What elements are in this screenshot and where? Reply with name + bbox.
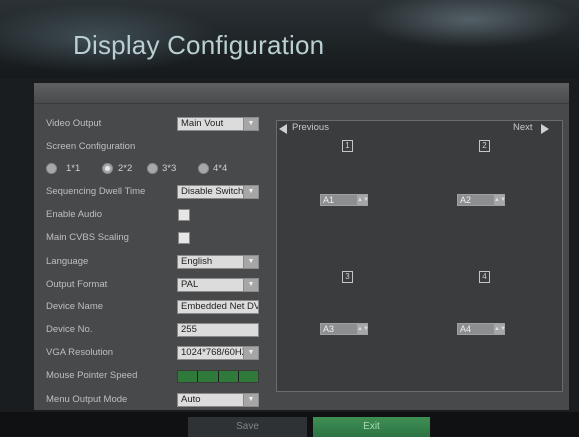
radio-3x3[interactable] xyxy=(147,163,158,174)
sequencing-dwell-time-label: Sequencing Dwell Time xyxy=(46,186,146,197)
menu-output-mode-select[interactable]: Auto ▼ xyxy=(177,393,259,407)
save-button[interactable]: Save xyxy=(188,417,307,437)
chevron-down-icon: ▼ xyxy=(243,347,258,359)
main-cvbs-scaling-checkbox[interactable] xyxy=(178,232,190,244)
window-number-2: 2 xyxy=(479,140,490,152)
channel-select-window-1[interactable]: A1 ▲▼ xyxy=(320,194,369,206)
device-no-input[interactable]: 255 xyxy=(177,323,259,337)
channel-select-window-2-value: A2 xyxy=(460,195,472,205)
speed-segment xyxy=(198,371,218,382)
chevron-updown-icon: ▲▼ xyxy=(494,324,506,334)
chevron-updown-icon: ▲▼ xyxy=(494,195,506,205)
channel-select-window-4-value: A4 xyxy=(460,324,472,334)
next-link[interactable]: Next xyxy=(513,122,533,134)
enable-audio-label: Enable Audio xyxy=(46,209,102,220)
enable-audio-checkbox[interactable] xyxy=(178,209,190,221)
channel-select-window-4[interactable]: A4 ▲▼ xyxy=(457,323,506,335)
chevron-down-icon: ▼ xyxy=(243,279,258,291)
header: Display Configuration xyxy=(0,0,579,78)
page-title: Display Configuration xyxy=(73,30,325,60)
channel-select-window-3-value: A3 xyxy=(323,324,335,334)
chevron-down-icon: ▼ xyxy=(243,118,258,130)
speed-segment xyxy=(218,371,238,382)
radio-3x3-label: 3*3 xyxy=(162,163,177,174)
mouse-pointer-speed-label: Mouse Pointer Speed xyxy=(46,370,138,381)
panel-header-bar xyxy=(34,83,569,104)
sequencing-dwell-time-select[interactable]: Disable Switch ▼ xyxy=(177,185,259,199)
radio-1x1-label: 1*1 xyxy=(66,163,81,174)
window-number-4: 4 xyxy=(479,271,490,283)
chevron-down-icon: ▼ xyxy=(243,394,258,406)
channel-select-window-3[interactable]: A3 ▲▼ xyxy=(320,323,369,335)
vga-resolution-value: 1024*768/60HZ xyxy=(181,347,244,358)
vga-resolution-select[interactable]: 1024*768/60HZ ▼ xyxy=(177,346,259,360)
language-select[interactable]: English ▼ xyxy=(177,255,259,269)
chevron-updown-icon: ▲▼ xyxy=(357,195,369,205)
menu-output-mode-value: Auto xyxy=(181,394,201,405)
chevron-down-icon: ▼ xyxy=(243,186,258,198)
device-no-label: Device No. xyxy=(46,324,93,335)
radio-1x1[interactable] xyxy=(46,163,57,174)
output-format-value: PAL xyxy=(181,279,199,290)
radio-4x4-label: 4*4 xyxy=(213,163,228,174)
video-output-select[interactable]: Main Vout ▼ xyxy=(177,117,259,131)
speed-segment xyxy=(178,371,198,382)
window-number-1: 1 xyxy=(342,140,353,152)
chevron-updown-icon: ▲▼ xyxy=(357,324,369,334)
video-output-label: Video Output xyxy=(46,118,102,129)
radio-2x2[interactable] xyxy=(102,163,113,174)
radio-4x4[interactable] xyxy=(198,163,209,174)
channel-select-window-1-value: A1 xyxy=(323,195,335,205)
output-format-select[interactable]: PAL ▼ xyxy=(177,278,259,292)
vga-resolution-label: VGA Resolution xyxy=(46,347,114,358)
video-output-value: Main Vout xyxy=(181,118,224,129)
screen-layout-preview xyxy=(276,120,563,392)
sequencing-dwell-time-value: Disable Switch xyxy=(181,186,244,197)
device-name-input[interactable]: Embedded Net DVR xyxy=(177,300,259,314)
next-arrow-icon[interactable] xyxy=(541,124,549,134)
dialog-window: Display Configuration Video Output Main … xyxy=(0,0,579,437)
window-number-3: 3 xyxy=(342,271,353,283)
radio-2x2-label: 2*2 xyxy=(118,163,133,174)
speed-segment xyxy=(238,371,258,382)
previous-link[interactable]: Previous xyxy=(292,122,329,134)
output-format-label: Output Format xyxy=(46,279,108,290)
previous-arrow-icon[interactable] xyxy=(279,124,287,134)
chevron-down-icon: ▼ xyxy=(243,256,258,268)
menu-output-mode-label: Menu Output Mode xyxy=(46,394,128,405)
language-value: English xyxy=(181,256,213,267)
exit-button[interactable]: Exit xyxy=(313,417,430,437)
main-cvbs-scaling-label: Main CVBS Scaling xyxy=(46,232,129,243)
mouse-pointer-speed-slider[interactable] xyxy=(177,370,259,383)
screen-configuration-label: Screen Configuration xyxy=(46,141,136,152)
channel-select-window-2[interactable]: A2 ▲▼ xyxy=(457,194,506,206)
device-name-label: Device Name xyxy=(46,301,104,312)
language-label: Language xyxy=(46,256,89,267)
